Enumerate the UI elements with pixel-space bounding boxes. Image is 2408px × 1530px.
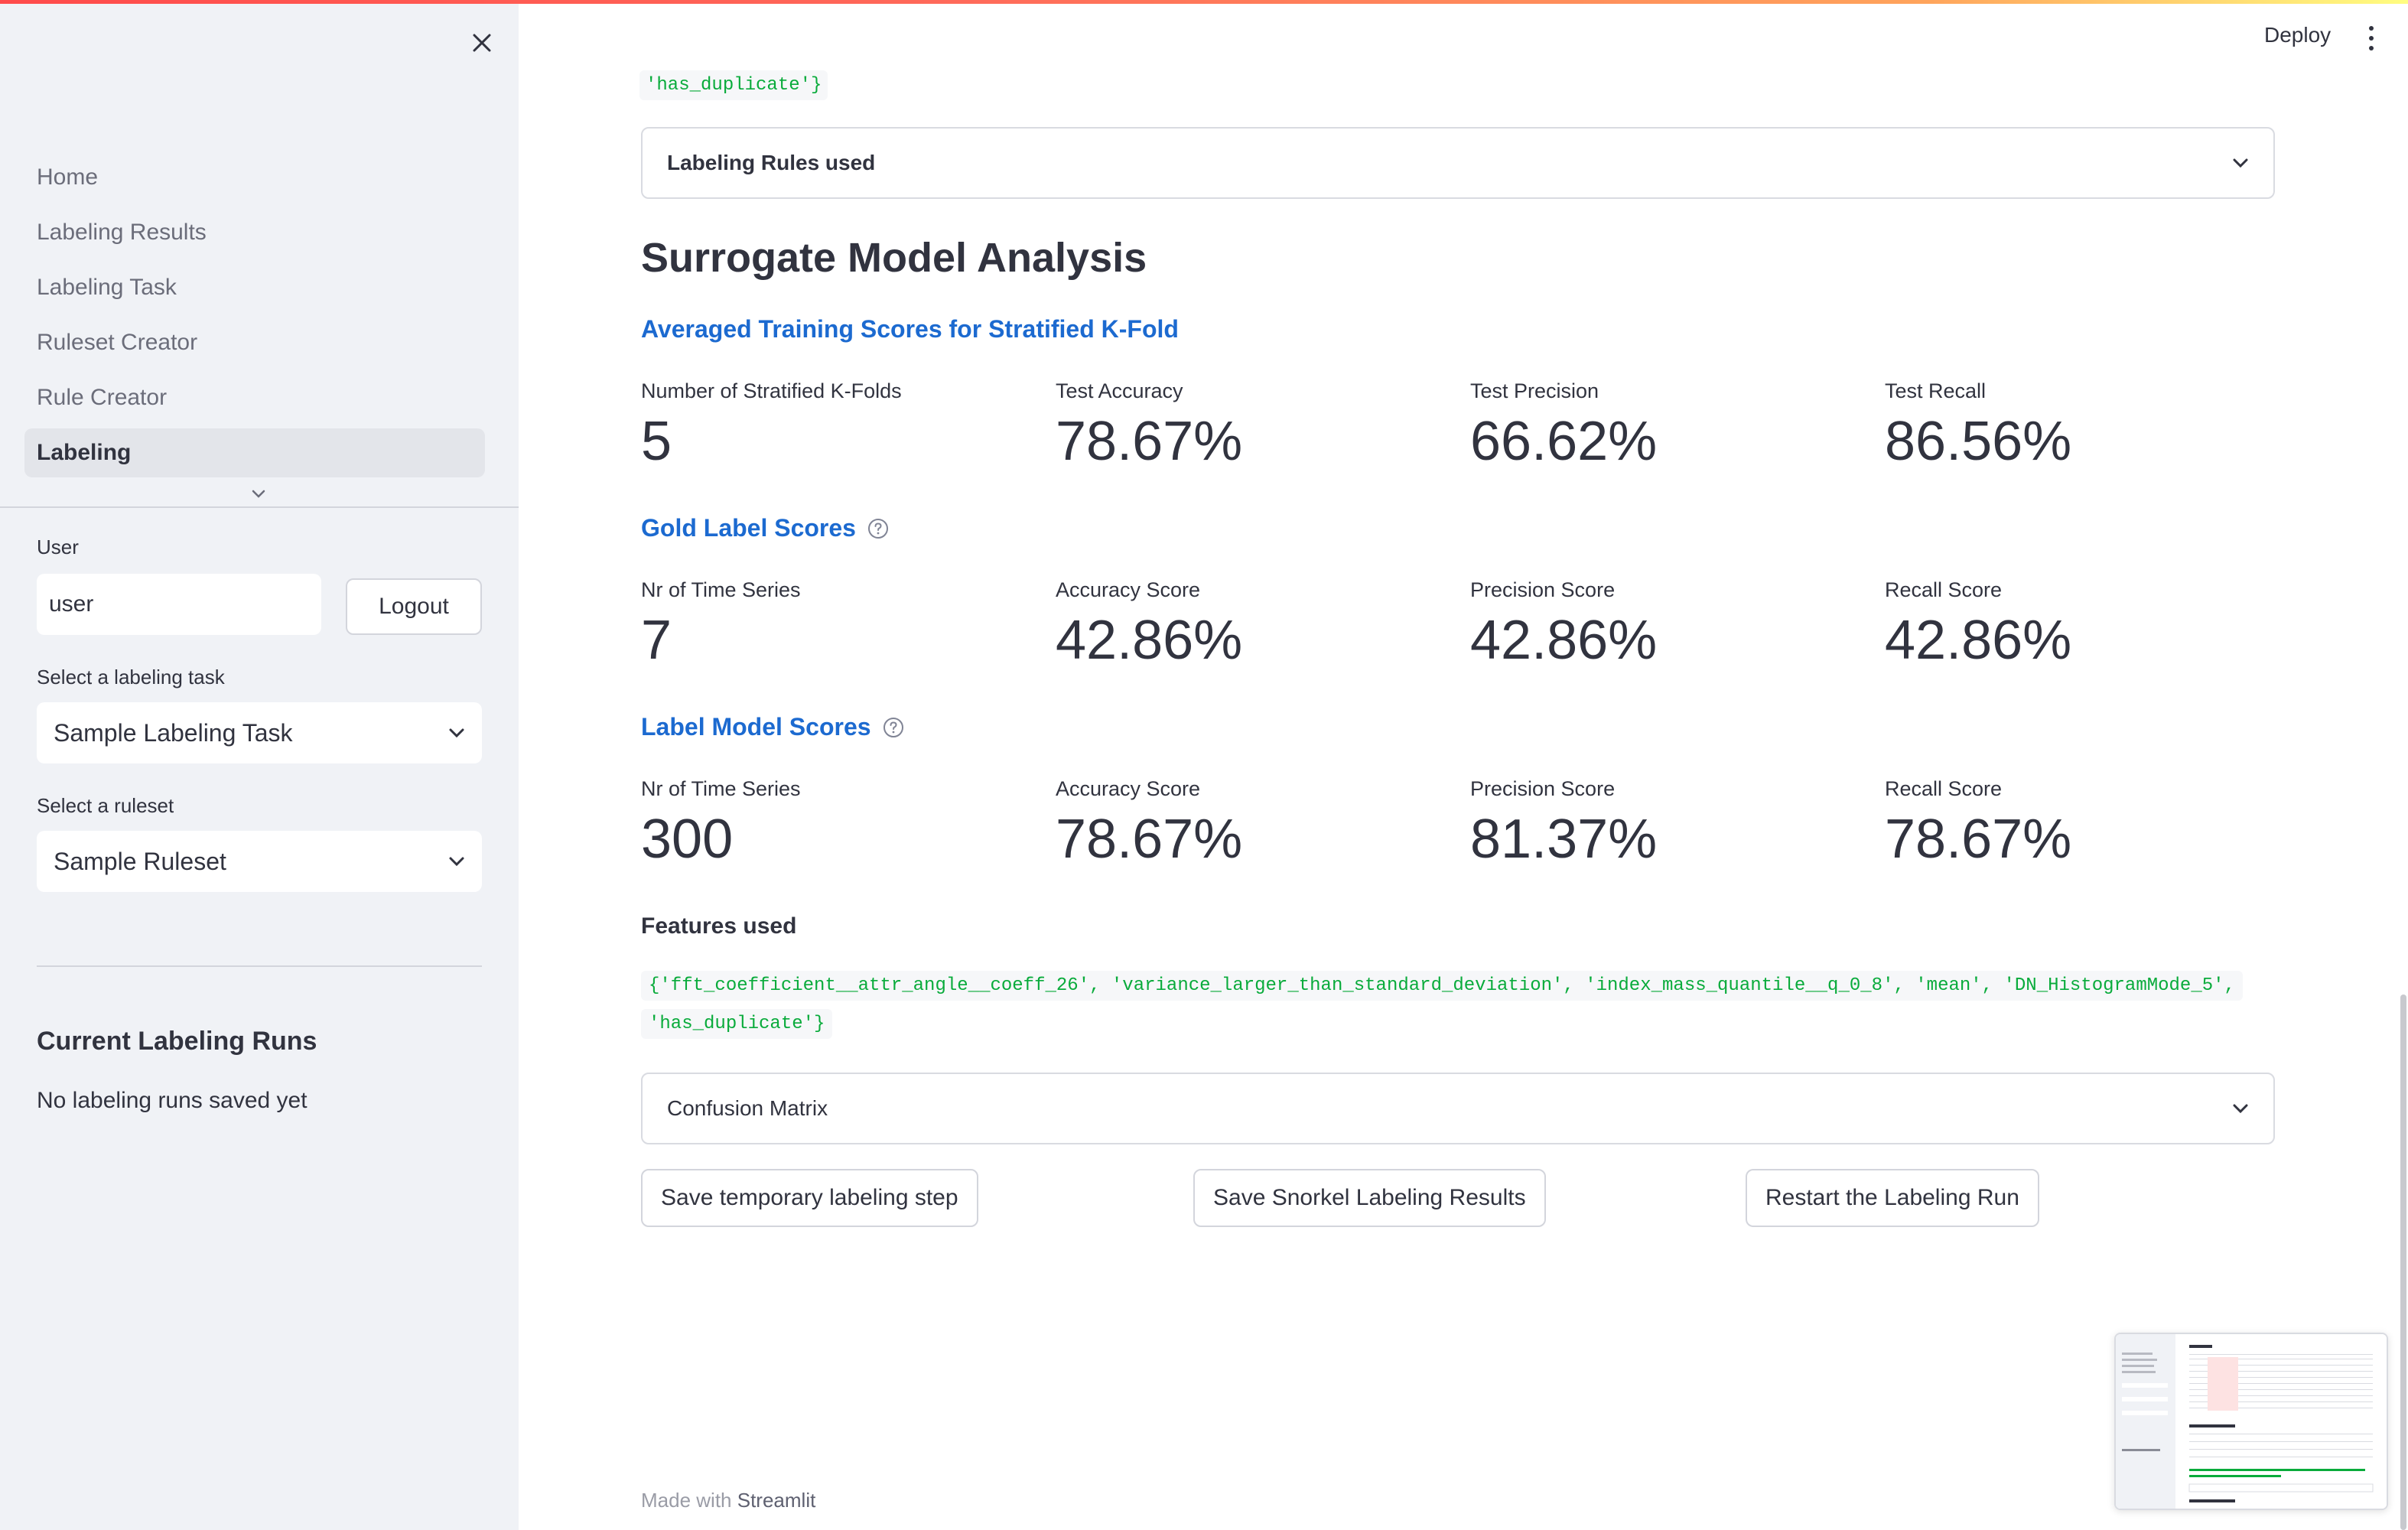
dot-icon	[2369, 26, 2374, 31]
metric-kfolds: Number of Stratified K-Folds 5	[641, 379, 1039, 469]
sidebar-item-rule-creator[interactable]: Rule Creator	[24, 373, 485, 422]
features-used-label: Features used	[641, 913, 797, 939]
metric-value: 300	[641, 809, 734, 870]
footer-prefix: Made with	[641, 1489, 732, 1512]
help-icon[interactable]	[867, 517, 890, 540]
metric-value: 42.86%	[1056, 610, 1243, 671]
metric-value: 78.67%	[1885, 809, 2072, 870]
metric-label: Test Recall	[1885, 379, 1987, 402]
sidebar: Home Labeling Results Labeling Task Rule…	[0, 0, 519, 1530]
current-runs-heading: Current Labeling Runs	[37, 1027, 317, 1056]
chevron-down-icon	[252, 490, 265, 498]
close-sidebar-button[interactable]	[465, 26, 499, 60]
metric-label: Precision Score	[1470, 578, 1616, 601]
sidebar-item-labeling-results[interactable]: Labeling Results	[24, 208, 485, 257]
gold-label-scores-title: Gold Label Scores	[641, 514, 856, 542]
metric-test-recall: Test Recall 86.56%	[1885, 379, 2283, 469]
save-snorkel-results-button[interactable]: Save Snorkel Labeling Results	[1193, 1169, 1546, 1227]
sidebar-item-labeling-task[interactable]: Labeling Task	[24, 263, 485, 312]
footer: Made with Streamlit	[641, 1489, 815, 1512]
sidebar-item-home[interactable]: Home	[24, 153, 485, 202]
current-runs-empty-text: No labeling runs saved yet	[37, 1088, 308, 1113]
dot-icon	[2369, 46, 2374, 50]
ruleset-select-value: Sample Ruleset	[54, 847, 226, 875]
top-decoration-bar	[0, 0, 2408, 4]
thumbnail-image	[2116, 1334, 2387, 1509]
metric-value: 42.86%	[1470, 610, 1658, 671]
gold-label-scores-heading: Gold Label Scores	[641, 514, 890, 542]
metric-label: Test Accuracy	[1056, 379, 1183, 402]
metric-value: 78.67%	[1056, 809, 1243, 870]
confusion-matrix-expander-label: Confusion Matrix	[667, 1096, 828, 1120]
task-select-value: Sample Labeling Task	[54, 718, 293, 747]
streamlit-link[interactable]: Streamlit	[737, 1489, 816, 1512]
sidebar-nav: Home Labeling Results Labeling Task Rule…	[24, 153, 485, 483]
help-icon[interactable]	[882, 716, 905, 739]
close-icon	[473, 34, 491, 52]
sidebar-item-labeling[interactable]: Labeling	[24, 428, 485, 477]
task-select[interactable]: Sample Labeling Task	[37, 702, 482, 763]
deploy-button[interactable]: Deploy	[2264, 23, 2331, 47]
metric-test-precision: Test Precision 66.62%	[1470, 379, 1868, 469]
task-select-label: Select a labeling task	[37, 666, 225, 688]
metric-gold-recall: Recall Score 42.86%	[1885, 578, 2283, 668]
metric-value: 42.86%	[1885, 610, 2072, 671]
metric-label: Accuracy Score	[1056, 777, 1201, 800]
label-model-scores-heading: Label Model Scores	[641, 713, 905, 741]
logout-button[interactable]: Logout	[346, 578, 482, 635]
metric-label: Number of Stratified K-Folds	[641, 379, 902, 402]
metric-model-accuracy: Accuracy Score 78.67%	[1056, 777, 1453, 867]
metric-test-accuracy: Test Accuracy 78.67%	[1056, 379, 1453, 469]
metric-label: Nr of Time Series	[641, 578, 801, 601]
metric-value: 86.56%	[1885, 411, 2072, 472]
metric-model-precision: Precision Score 81.37%	[1470, 777, 1868, 867]
features-code-block: {'fft_coefficient__attr_angle__coeff_26'…	[641, 967, 2263, 1043]
user-input[interactable]: user	[37, 574, 321, 635]
metric-model-count: Nr of Time Series 300	[641, 777, 1039, 867]
metric-label: Accuracy Score	[1056, 578, 1201, 601]
chevron-down-icon	[2233, 158, 2248, 168]
metric-value: 66.62%	[1470, 411, 1658, 472]
chevron-down-icon	[2233, 1104, 2248, 1114]
main-scrollbar[interactable]	[2400, 994, 2406, 1530]
label-model-scores-title: Label Model Scores	[641, 713, 871, 741]
features-code-tail: 'has_duplicate'}	[639, 70, 828, 100]
labeling-rules-expander-label: Labeling Rules used	[667, 151, 876, 174]
metric-label: Recall Score	[1885, 578, 2003, 601]
metric-gold-precision: Precision Score 42.86%	[1470, 578, 1868, 668]
restart-labeling-run-button[interactable]: Restart the Labeling Run	[1746, 1169, 2039, 1227]
section-title: Surrogate Model Analysis	[641, 235, 1147, 281]
metric-value: 81.37%	[1470, 809, 1658, 870]
nav-divider	[0, 506, 519, 508]
metric-label: Recall Score	[1885, 777, 2003, 800]
confusion-matrix-expander[interactable]: Confusion Matrix	[641, 1073, 2275, 1144]
main-menu-button[interactable]	[2364, 23, 2379, 54]
metric-value: 7	[641, 610, 672, 671]
user-label: User	[37, 536, 79, 558]
features-code-line: {'fft_coefficient__attr_angle__coeff_26'…	[641, 971, 2243, 1001]
ruleset-select-label: Select a ruleset	[37, 794, 174, 817]
sidebar-divider	[37, 965, 482, 967]
sidebar-item-ruleset-creator[interactable]: Ruleset Creator	[24, 318, 485, 367]
training-scores-heading: Averaged Training Scores for Stratified …	[641, 315, 1179, 343]
metric-gold-count: Nr of Time Series 7	[641, 578, 1039, 668]
metric-model-recall: Recall Score 78.67%	[1885, 777, 2283, 867]
chevron-down-icon	[449, 857, 464, 867]
dot-icon	[2369, 36, 2374, 41]
ruleset-select[interactable]: Sample Ruleset	[37, 831, 482, 892]
save-temporary-step-button[interactable]: Save temporary labeling step	[641, 1169, 978, 1227]
features-code-line: 'has_duplicate'}	[641, 1009, 833, 1039]
metric-label: Precision Score	[1470, 777, 1616, 800]
metric-label: Nr of Time Series	[641, 777, 801, 800]
training-scores-title: Averaged Training Scores for Stratified …	[641, 315, 1179, 343]
labeling-rules-expander[interactable]: Labeling Rules used	[641, 127, 2275, 199]
metric-value: 5	[641, 411, 672, 472]
metric-label: Test Precision	[1470, 379, 1599, 402]
metric-value: 78.67%	[1056, 411, 1243, 472]
metric-gold-accuracy: Accuracy Score 42.86%	[1056, 578, 1453, 668]
chevron-down-icon	[449, 728, 464, 738]
expand-nav-button[interactable]	[245, 483, 272, 505]
screenshot-thumbnail[interactable]	[2114, 1333, 2388, 1510]
